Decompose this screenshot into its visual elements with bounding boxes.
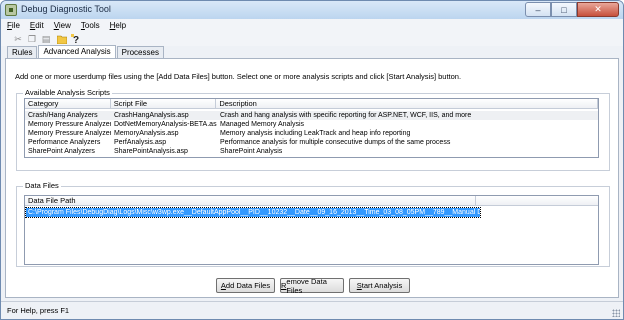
column-script-file[interactable]: Script File <box>111 99 217 109</box>
menu-edit[interactable]: Edit <box>30 19 44 32</box>
window-title: Debug Diagnostic Tool <box>21 4 111 14</box>
remove-data-files-button[interactable]: Remove Data Files <box>280 277 344 295</box>
script-row[interactable]: SharePoint Analyzers SharePointAnalysis.… <box>25 147 598 156</box>
close-button[interactable]: ✕ <box>577 2 619 17</box>
toolbar: ✂ ❐ ▤ ? <box>1 32 623 46</box>
script-description: Crash and hang analysis with specific re… <box>220 112 472 119</box>
maximize-button[interactable]: □ <box>551 2 577 17</box>
copy-icon[interactable]: ❐ <box>27 34 37 44</box>
script-description: Performance analysis for multiple consec… <box>220 139 451 146</box>
help-pointer-icon[interactable]: ? <box>71 34 81 44</box>
script-description: SharePoint Analysis <box>220 148 283 155</box>
data-files-list-header: Data File Path <box>25 196 598 206</box>
menu-bar: File Edit View Tools Help <box>1 19 623 32</box>
script-category: Memory Pressure Analyzers <box>28 130 111 137</box>
status-text: For Help, press F1 <box>7 306 70 315</box>
debug-diagnostic-window: Debug Diagnostic Tool – □ ✕ File Edit Vi… <box>0 0 624 320</box>
script-row[interactable]: Memory Pressure Analyzers MemoryAnalysis… <box>25 129 598 138</box>
tab-strip: Rules Advanced Analysis Processes <box>7 45 165 58</box>
script-category: Performance Analyzers <box>28 139 101 146</box>
script-description: Memory analysis including LeakTrack and … <box>220 130 411 137</box>
analysis-scripts-legend: Available Analysis Scripts <box>23 88 112 97</box>
script-file: CrashHangAnalysis.asp <box>114 112 189 119</box>
open-folder-icon[interactable] <box>57 34 67 44</box>
script-file: DotNetMemoryAnalysis-BETA.asp <box>114 121 217 128</box>
script-category: Memory Pressure Analyzers <box>28 121 111 128</box>
scripts-list-header: Category Script File Description <box>25 99 598 109</box>
script-category: Crash/Hang Analyzers <box>28 112 98 119</box>
column-category[interactable]: Category <box>25 99 111 109</box>
script-file: SharePointAnalysis.asp <box>114 148 188 155</box>
app-icon <box>5 4 17 16</box>
paste-icon[interactable]: ▤ <box>41 34 51 44</box>
tab-advanced-analysis[interactable]: Advanced Analysis <box>38 45 116 58</box>
script-file: PerfAnalysis.asp <box>114 139 167 146</box>
minimize-button[interactable]: – <box>525 2 551 17</box>
script-row[interactable]: Crash/Hang Analyzers CrashHangAnalysis.a… <box>25 111 598 120</box>
column-blank <box>476 196 598 206</box>
add-data-files-button[interactable]: Add Data Files <box>216 278 275 293</box>
tab-processes[interactable]: Processes <box>116 46 164 58</box>
analysis-scripts-list[interactable]: Category Script File Description Crash/H… <box>24 98 599 158</box>
instructions-text: Add one or more userdump files using the… <box>15 72 462 81</box>
script-file: MemoryAnalysis.asp <box>114 130 179 137</box>
column-description[interactable]: Description <box>216 99 598 109</box>
script-row[interactable]: Memory Pressure Analyzers DotNetMemoryAn… <box>25 120 598 129</box>
menu-tools[interactable]: Tools <box>81 19 100 32</box>
menu-help[interactable]: Help <box>110 19 126 32</box>
script-category: SharePoint Analyzers <box>28 148 95 155</box>
resize-grip-icon[interactable] <box>612 309 620 317</box>
start-analysis-button[interactable]: Start Analysis <box>349 278 410 293</box>
title-bar[interactable]: Debug Diagnostic Tool – □ ✕ <box>1 1 623 19</box>
menu-view[interactable]: View <box>54 19 71 32</box>
menu-file[interactable]: File <box>7 19 20 32</box>
column-data-file-path[interactable]: Data File Path <box>25 196 477 206</box>
data-file-row-selected[interactable]: C:\Program Files\DebugDiag\Logs\Misc\w3w… <box>25 207 511 218</box>
script-row[interactable]: Performance Analyzers PerfAnalysis.asp P… <box>25 138 598 147</box>
script-description: Managed Memory Analysis <box>220 121 305 128</box>
data-files-list[interactable]: Data File Path C:\Program Files\DebugDia… <box>24 195 599 265</box>
tab-rules[interactable]: Rules <box>7 46 38 58</box>
cut-icon[interactable]: ✂ <box>13 34 23 44</box>
data-files-legend: Data Files <box>23 181 61 190</box>
window-controls: – □ ✕ <box>525 2 619 17</box>
status-bar: For Help, press F1 <box>1 301 623 319</box>
